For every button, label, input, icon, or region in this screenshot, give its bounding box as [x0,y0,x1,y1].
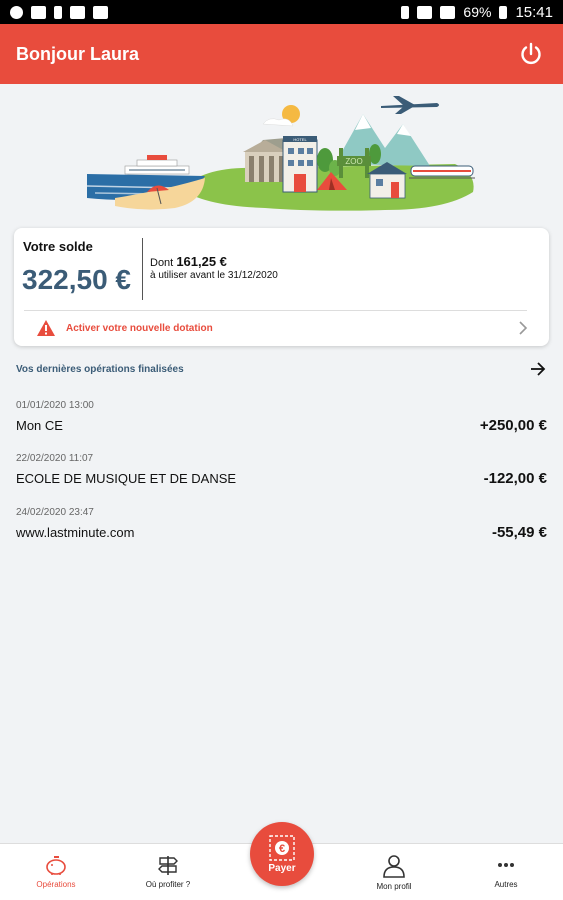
logout-button[interactable] [515,38,547,70]
clock: 15:41 [515,3,553,21]
operation-amount: +250,00 € [479,417,547,434]
battery-icon [499,5,508,19]
more-dots-icon [498,863,514,867]
battery-percent: 69% [463,4,492,20]
tab-others[interactable]: Autres [450,844,562,900]
status-icons-left [10,5,108,19]
operation-date: 24/02/2020 23:47 [16,507,94,518]
qr-euro-icon: € [269,834,295,861]
chevron-right-icon [519,321,528,335]
travel-illustration: HOTEL ZOO [86,96,475,211]
operation-amount: -55,49 € [491,524,547,541]
balance-card: Votre solde 322,50 € Dont 161,25 € à uti… [14,228,549,346]
expiry-text: à utiliser avant le 31/12/2020 [150,270,278,281]
dont-prefix: Dont [150,257,174,269]
tab-profile-label: Mon profil [376,882,412,891]
user-icon [383,855,405,878]
email-icon [70,5,85,19]
balance-amount: 322,50 € [22,264,131,295]
pay-button-label: Payer [268,862,296,874]
operation-date: 01/01/2020 13:00 [16,400,94,411]
operation-name: ECOLE DE MUSIQUE ET DE DANSE [16,471,237,486]
list-item[interactable]: 22/02/2020 11:07 ECOLE DE MUSIQUE ET DE … [16,453,547,487]
svg-text:€: € [279,843,285,855]
list-item[interactable]: 24/02/2020 23:47 www.lastminute.com -55,… [16,507,547,541]
mail-icon [31,5,46,19]
operation-date: 22/02/2020 11:07 [16,453,94,464]
warning-icon [37,320,55,336]
operation-name: www.lastminute.com [16,525,135,540]
vertical-divider [142,238,143,300]
bluetooth-icon [401,5,410,19]
piggy-bank-icon [46,856,66,875]
tab-operations[interactable]: Opérations [0,844,112,900]
vpn-icon [10,5,23,19]
app-header: Bonjour Laura [0,24,563,84]
operation-amount: -122,00 € [483,470,547,487]
pay-button[interactable]: € Payer [250,822,314,886]
hotel-sign: HOTEL [293,137,307,142]
signpost-icon [158,856,178,875]
signal-icon [440,5,456,19]
activate-allocation-link[interactable]: Activer votre nouvelle dotation [36,317,528,339]
activate-allocation-label: Activer votre nouvelle dotation [66,322,213,334]
tab-operations-label: Opérations [36,880,76,889]
arrow-right-icon[interactable] [529,361,547,377]
list-item[interactable]: 01/01/2020 13:00 Mon CE +250,00 € [16,400,547,434]
status-icons-right: 69% 15:41 [401,4,553,21]
tab-others-label: Autres [494,880,518,889]
operation-name: Mon CE [16,418,63,433]
operations-title: Vos dernières opérations finalisées [16,363,184,375]
balance-label: Votre solde [23,239,93,254]
operations-header: Vos dernières opérations finalisées [16,360,547,378]
zoo-sign: ZOO [345,157,362,166]
tab-profile[interactable]: Mon profil [338,844,450,900]
person-icon [54,5,62,19]
tab-where-label: Où profiter ? [145,880,191,889]
power-icon [521,42,541,65]
horizontal-divider [24,310,527,311]
dont-amount: 161,25 € [176,254,227,269]
play-icon [93,5,108,19]
greeting-title: Bonjour Laura [16,43,140,64]
dont-amount-line: Dont 161,25 € [150,254,227,269]
wifi-icon [417,5,433,19]
status-bar: 69% 15:41 [0,0,563,24]
tab-where[interactable]: Où profiter ? [112,844,224,900]
